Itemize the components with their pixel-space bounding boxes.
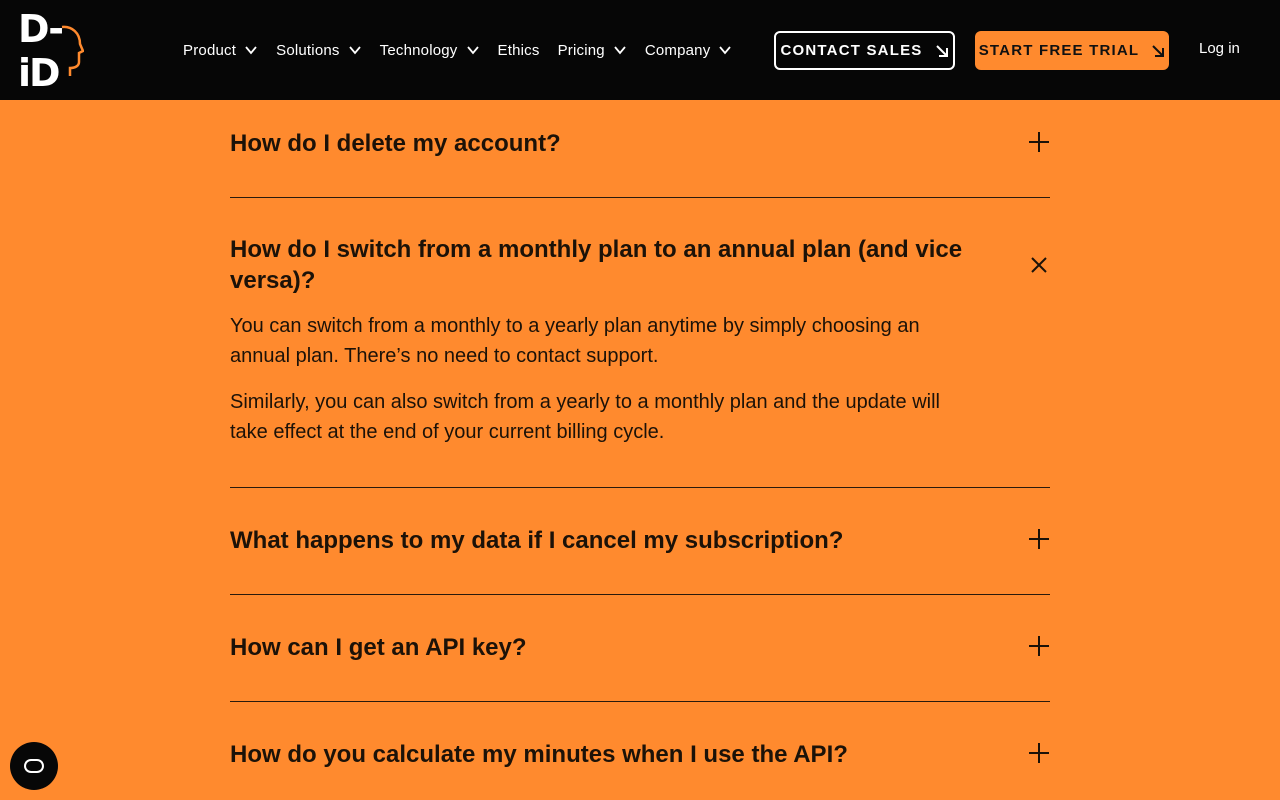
nav-solutions-label: Solutions [276,41,340,59]
plus-icon[interactable] [1028,635,1050,657]
start-free-trial-button[interactable]: START FREE TRIAL [975,31,1169,70]
faq-item[interactable]: What happens to my data if I cancel my s… [230,488,1050,595]
nav-ethics-label: Ethics [497,41,540,59]
arrow-down-right-icon [935,44,948,57]
plus-icon[interactable] [1028,131,1050,153]
contact-sales-label: CONTACT SALES [780,42,923,59]
chevron-down-icon [466,46,479,55]
d-id-logo[interactable]: D-iD [18,7,84,95]
faq-answer-paragraph: Similarly, you can also switch from a ye… [230,391,940,443]
nav-pricing-label: Pricing [557,41,605,59]
faq-question: How do I switch from a monthly plan to a… [230,236,963,294]
face-profile-icon [61,25,84,76]
faq-list: How do I delete my account? How do I swi… [230,100,1050,800]
nav-technology[interactable]: Technology [380,42,480,59]
faq-item[interactable]: How do you calculate my minutes when I u… [230,702,1050,800]
faq-question: What happens to my data if I cancel my s… [230,527,844,554]
chevron-down-icon [245,46,257,55]
contact-sales-button[interactable]: CONTACT SALES [774,31,955,70]
nav-product[interactable]: Product [183,42,258,59]
chevron-down-icon [719,46,732,55]
nav-product-label: Product [183,41,237,59]
faq-question: How can I get an API key? [230,634,527,661]
chevron-down-icon [348,46,361,55]
site-header: D-iD Product Solutions Technology Ethics… [0,0,1280,100]
faq-answer: You can switch from a monthly to a yearl… [230,311,980,463]
nav-pricing[interactable]: Pricing [558,42,627,59]
login-link[interactable]: Log in [1199,40,1240,57]
faq-answer-paragraph: You can switch from a monthly to a yearl… [230,315,920,367]
faq-question: How do I delete my account? [230,130,561,157]
plus-icon[interactable] [1028,528,1050,550]
arrow-down-right-icon [1152,44,1165,57]
faq-item[interactable]: How do I delete my account? [230,100,1050,198]
nav-technology-label: Technology [379,41,458,59]
faq-question: How do you calculate my minutes when I u… [230,741,848,768]
start-free-trial-label: START FREE TRIAL [978,42,1140,59]
main-nav: Product Solutions Technology Ethics Pric… [183,0,750,100]
close-icon[interactable] [1028,254,1050,276]
faq-item[interactable]: How can I get an API key? [230,595,1050,702]
plus-icon[interactable] [1028,742,1050,764]
nav-company[interactable]: Company [645,42,733,59]
chevron-down-icon [614,46,626,55]
cookie-settings-icon [24,759,44,773]
faq-item[interactable]: How do I switch from a monthly plan to a… [230,198,1050,488]
nav-solutions[interactable]: Solutions [276,42,362,59]
cookie-settings-button[interactable] [10,742,58,790]
nav-company-label: Company [644,41,711,59]
nav-ethics[interactable]: Ethics [498,42,540,59]
